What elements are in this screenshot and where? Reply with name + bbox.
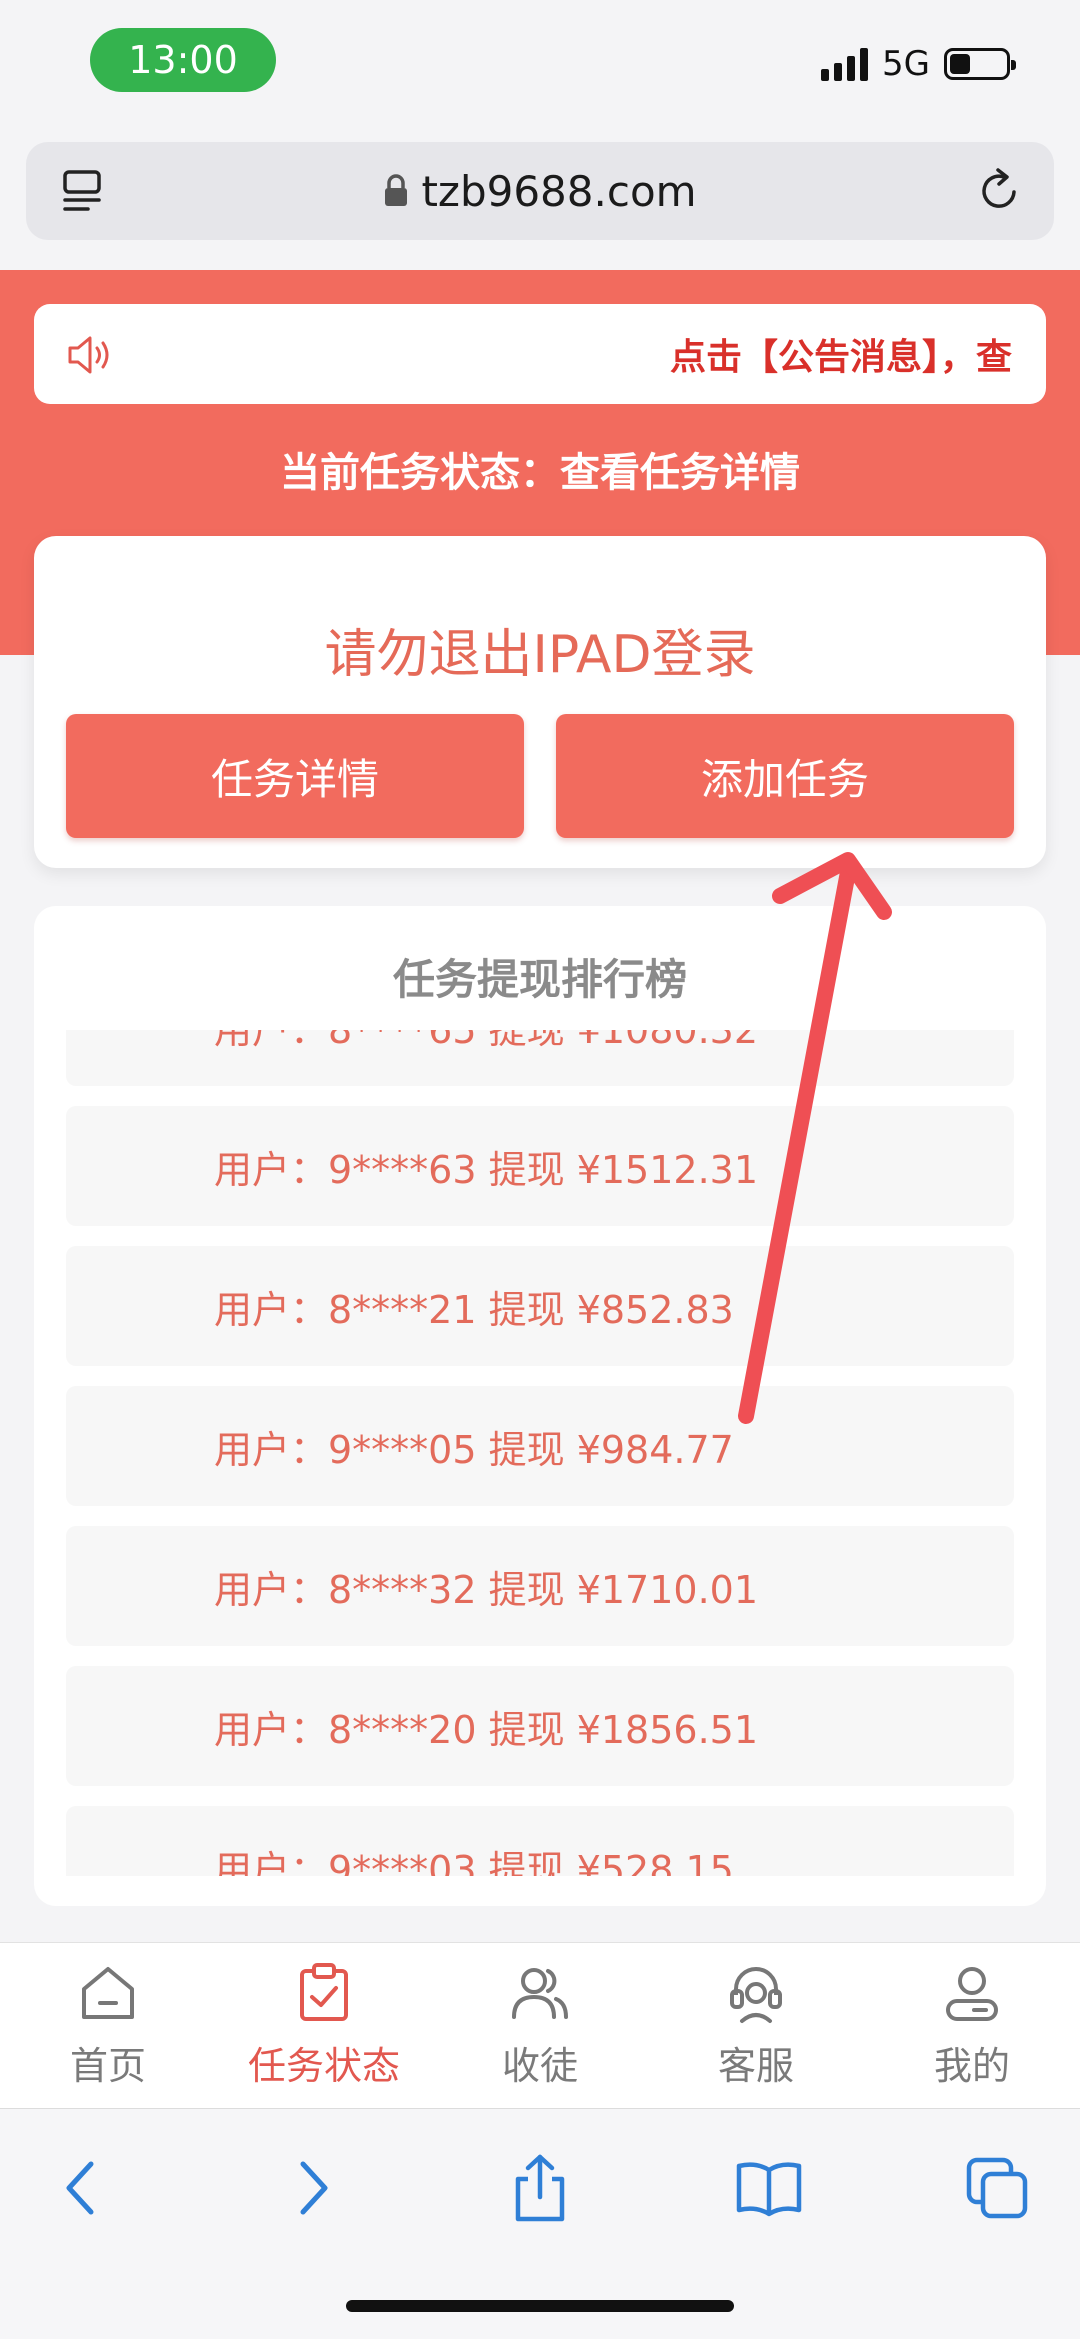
book-icon [736,2162,802,2217]
tab-mine[interactable]: 我的 [864,1961,1080,2090]
tab-bar: 首页 任务状态 收徒 客服 我的 [0,1942,1080,2109]
tab-label: 首页 [69,2044,146,2088]
list-item: 用户：9****63 提现 ¥1512.31 [66,1106,1014,1226]
list-item: 用户：8****20 提现 ¥1856.51 [66,1666,1014,1786]
clipboard-check-icon [300,1963,348,2021]
tab-label: 我的 [933,2044,1010,2088]
back-button[interactable] [36,2143,126,2233]
chevron-right-icon [300,2161,328,2215]
tabs-button[interactable] [952,2143,1042,2233]
headset-icon [730,1967,782,2023]
notice-marquee-text: 点击【公告消息】，查 [670,337,1013,378]
list-item: 用户：9****03 提现 ¥528.15 [66,1806,1014,1876]
address-bar[interactable]: tzb9688.com [26,142,1054,240]
tab-home[interactable]: 首页 [0,1961,216,2090]
forward-button[interactable] [268,2143,358,2233]
tab-label: 收徒 [501,2044,578,2088]
task-status-text: 当前任务状态：查看任务详情 [280,450,800,496]
tab-task-status[interactable]: 任务状态 [216,1961,432,2090]
reload-icon[interactable] [974,166,1024,216]
signal-icon [821,47,869,81]
notice-bar[interactable]: 点击【公告消息】，查 [34,304,1046,404]
users-icon [512,1968,568,2019]
chevron-left-icon [66,2161,94,2215]
share-button[interactable] [495,2143,585,2233]
list-item: 用户：8****32 提现 ¥1710.01 [66,1526,1014,1646]
tab-customer-service[interactable]: 客服 [648,1961,864,2090]
list-item: 用户：9****05 提现 ¥984.77 [66,1386,1014,1506]
card-title: 请勿退出IPAD登录 [324,625,756,685]
share-icon [515,2154,565,2222]
url-text: tzb9688.com [421,166,697,216]
bookmarks-button[interactable] [724,2143,814,2233]
status-time: 13:00 [90,28,276,92]
task-details-button[interactable]: 任务详情 [66,714,524,838]
battery-icon [944,48,1016,80]
lock-icon [385,174,408,206]
tabs-icon [966,2157,1028,2219]
add-task-button[interactable]: 添加任务 [556,714,1014,838]
main-card: 请勿退出IPAD登录 任务详情 添加任务 [34,536,1046,868]
person-icon [946,1967,998,2021]
list-item: 用户：8****21 提现 ¥852.83 [66,1246,1014,1366]
withdraw-leaderboard[interactable]: 任务提现排行榜 用户：8****65 提现 ¥1080.32 用户：9****6… [34,906,1046,1906]
leaderboard-scroll[interactable]: 用户：8****65 提现 ¥1080.32 用户：9****63 提现 ¥15… [34,1030,1046,1876]
speaker-icon [68,336,109,374]
status-indicators: 5G [821,44,1016,84]
leaderboard-title: 任务提现排行榜 [392,955,687,1004]
network-type: 5G [882,44,930,84]
home-indicator [346,2300,734,2312]
tab-apprentice[interactable]: 收徒 [432,1961,648,2090]
tab-label: 任务状态 [247,2044,400,2088]
list-item: 用户：8****65 提现 ¥1080.32 [66,1030,1014,1086]
home-icon [82,1967,134,2019]
tab-label: 客服 [717,2044,794,2088]
